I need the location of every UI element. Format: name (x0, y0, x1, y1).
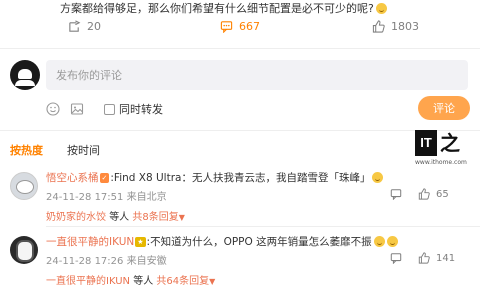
watermark-url: www.ithome.com (415, 159, 467, 166)
divider (0, 48, 480, 49)
comment-location: 来自安徽 (126, 256, 167, 267)
tab-sort-by-time[interactable]: 按时间 (67, 142, 100, 158)
chevron-down-icon: ▼ (178, 213, 185, 222)
image-icon[interactable] (70, 102, 84, 116)
comment-meta: 24-11-28 17:26 来自安徽 (46, 252, 167, 267)
like-count: 1803 (391, 20, 419, 33)
comment-time: 24-11-28 17:51 (46, 192, 124, 203)
comment-like-button[interactable]: 141 (418, 252, 455, 264)
comment-like-count: 65 (436, 188, 449, 200)
comment-username[interactable]: 悟空心系桶 (46, 172, 99, 184)
current-user-avatar[interactable] (10, 60, 40, 90)
grin-emoji-icon (372, 172, 384, 183)
thumbs-up-icon (372, 20, 385, 33)
comment-like-button[interactable]: 65 (418, 188, 449, 200)
emoji-icon[interactable] (46, 102, 60, 116)
sub-reply-text: 等人 (133, 276, 154, 287)
avatar[interactable] (10, 172, 38, 200)
comment-text-line: 一直很平静的IKUN ★:不知道为什么，OPPO 这两年销量怎么萎靡不振 (46, 234, 398, 249)
post-text: 方案都给得够足，那么你们希望有什么细节配置是必不可少的呢? (60, 2, 374, 15)
sub-reply-username[interactable]: 一直很平静的IKUN (46, 276, 130, 287)
avatar[interactable] (10, 236, 38, 264)
post-text-tail: 方案都给得够足，那么你们希望有什么细节配置是必不可少的呢? (60, 0, 387, 16)
sub-replies-summary[interactable]: 奶奶家的水饺 等人 共8条回复▼ (46, 208, 185, 223)
thumbs-up-icon (418, 252, 430, 264)
reply-icon[interactable] (390, 252, 402, 264)
comment-meta: 24-11-28 17:51 来自北京 (46, 188, 167, 203)
repost-checkbox[interactable] (104, 103, 115, 115)
sub-reply-text: 等人 (109, 212, 130, 223)
comment-button[interactable]: 667 (220, 20, 260, 33)
ithome-logo: IT (415, 130, 437, 156)
composer-tools: 同时转发 (46, 101, 163, 117)
repost-checkbox-label: 同时转发 (119, 103, 163, 116)
member-badge-icon: ★ (135, 237, 146, 247)
like-button[interactable]: 1803 (372, 20, 419, 33)
repost-button[interactable]: 20 (68, 20, 101, 33)
repost-icon (69, 20, 81, 32)
cry-emoji-icon (386, 236, 398, 247)
comment-text-line: 悟空心系桶 ✓:Find X8 Ultra：无人扶我青云志，我自踏雪登「珠峰」 (46, 170, 384, 185)
sub-reply-username[interactable]: 奶奶家的水饺 (46, 212, 106, 223)
sub-reply-count[interactable]: 共8条回复 (132, 212, 178, 223)
comment-sort-tabs: 按热度 按时间 (10, 142, 100, 158)
comment-text: :不知道为什么，OPPO 这两年销量怎么萎靡不振 (146, 236, 372, 248)
reply-icon[interactable] (390, 188, 402, 200)
comment-like-count: 141 (436, 252, 456, 264)
ithome-watermark: IT 之 www.ithome.com (415, 130, 477, 170)
cry-emoji-icon (373, 236, 385, 247)
sub-reply-count[interactable]: 共64条回复 (156, 276, 209, 287)
vip-badge-icon: ✓ (99, 173, 110, 183)
comment-text: :Find X8 Ultra：无人扶我青云志，我自踏雪登「珠峰」 (110, 172, 371, 184)
thumbs-up-icon (418, 188, 430, 200)
sub-replies-summary[interactable]: 一直很平静的IKUN 等人 共64条回复▼ (46, 272, 215, 287)
comment-input[interactable] (46, 60, 468, 90)
tab-sort-by-hot[interactable]: 按热度 (10, 142, 43, 158)
submit-comment-button[interactable]: 评论 (418, 96, 470, 120)
comment-location: 来自北京 (126, 192, 167, 203)
divider (46, 226, 480, 227)
comment-icon (220, 21, 233, 33)
chevron-down-icon: ▼ (209, 277, 216, 286)
divider (0, 130, 480, 131)
laughing-emoji-icon (375, 3, 387, 14)
repost-count: 20 (87, 20, 101, 33)
comment-username[interactable]: 一直很平静的IKUN (46, 236, 134, 248)
comment-time: 24-11-28 17:26 (46, 256, 124, 267)
comment-count: 667 (239, 20, 260, 33)
ithome-logo-char: 之 (440, 131, 460, 155)
post-action-bar: 20 667 1803 (0, 20, 480, 40)
